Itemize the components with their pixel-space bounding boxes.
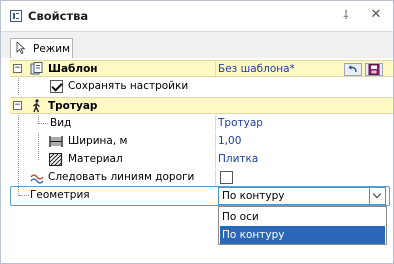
material-value[interactable]: Плитка [218,153,258,165]
collapse-icon[interactable]: − [13,64,22,73]
column-separator [215,169,216,186]
material-icon [49,153,63,166]
save-template-button[interactable] [365,63,383,76]
tree-line [38,151,39,160]
save-icon [368,64,380,75]
properties-panel: Свойства ⸸ ✕ Режим − Шаблон Без шаблона* [0,0,394,264]
road-lines-icon [30,174,44,184]
tree-line [18,78,19,95]
template-value[interactable]: Без шаблона* [218,63,295,75]
close-icon[interactable]: ✕ [369,8,383,22]
undo-icon [348,65,357,73]
category-template-label: Шаблон [48,63,98,75]
view-value[interactable]: Тротуар [218,117,263,129]
save-settings-row[interactable]: Сохранять настройки [10,78,393,95]
geometry-combobox[interactable]: По контуру [218,187,386,205]
collapse-icon[interactable]: − [13,101,22,110]
chevron-down-icon[interactable] [369,188,385,204]
column-separator [215,61,216,78]
option-by-axis[interactable]: По оси [220,208,385,226]
property-row-follow[interactable]: Следовать линиям дороги [10,169,393,186]
pin-icon[interactable]: ⸸ [339,8,353,22]
column-separator [215,115,216,132]
width-label: Ширина, м [68,135,128,147]
toolbar: Режим [1,32,393,58]
tree-line [18,115,19,132]
pedestrian-icon [33,99,40,113]
tree-line [18,169,19,186]
tab-mode-label: Режим [33,43,70,55]
category-sidewalk[interactable]: − Тротуар [10,97,393,114]
property-row-view[interactable]: Вид Тротуар [10,115,393,132]
width-value[interactable]: 1,00 [218,135,241,147]
save-settings-label: Сохранять настройки [68,80,189,92]
geometry-dropdown-list: По оси По контуру [218,206,387,245]
category-sidewalk-label: Тротуар [48,100,98,112]
category-template[interactable]: − Шаблон Без шаблона* [10,60,393,78]
tree-line [18,133,19,150]
tree-line [18,151,19,168]
title-bar: Свойства ⸸ ✕ [1,1,393,32]
undo-button[interactable] [344,63,362,76]
width-icon [49,136,63,147]
option-by-contour[interactable]: По контуру [220,226,385,244]
material-label: Материал [68,153,123,165]
geometry-value: По контуру [222,190,285,202]
column-separator [215,151,216,168]
panel-title: Свойства [28,9,89,23]
properties-icon [10,10,22,22]
tree-line [38,133,39,150]
follow-checkbox[interactable] [220,171,233,184]
property-row-width[interactable]: Ширина, м 1,00 [10,133,393,150]
save-settings-checkbox[interactable] [50,80,63,93]
tree-line [39,123,48,124]
property-row-material[interactable]: Материал Плитка [10,151,393,168]
view-label: Вид [50,117,72,129]
column-separator [215,133,216,150]
cursor-icon [16,42,25,54]
template-icon [30,62,43,75]
tab-mode[interactable]: Режим [10,38,73,58]
follow-label: Следовать линиям дороги [48,171,195,183]
